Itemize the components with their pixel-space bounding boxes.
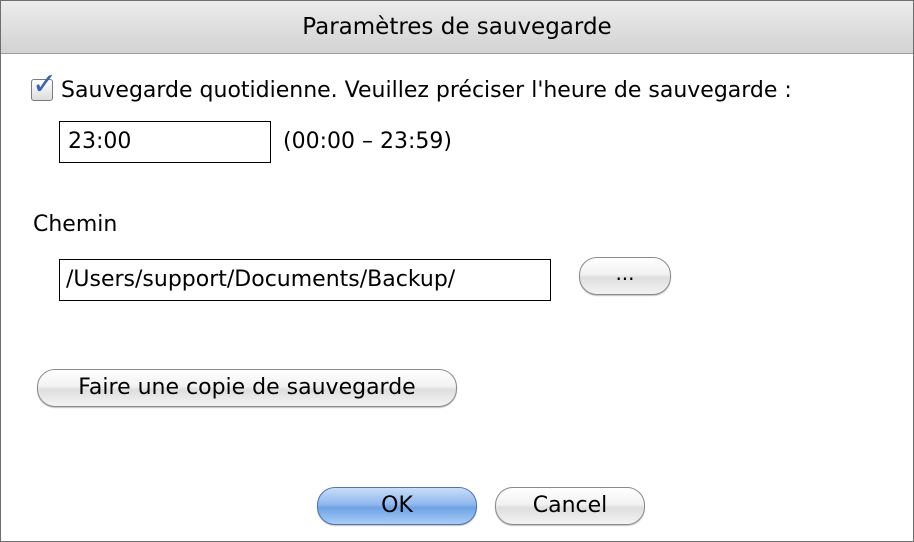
backup-path-input[interactable]: /Users/support/Documents/Backup/ (59, 259, 551, 301)
time-range-hint: (00:00 – 23:59) (283, 129, 452, 154)
backup-settings-dialog: Paramètres de sauvegarde ✓ Sauvegarde qu… (0, 0, 914, 542)
cancel-button[interactable]: Cancel (495, 487, 645, 525)
dialog-title: Paramètres de sauvegarde (1, 1, 913, 54)
browse-button[interactable]: ... (579, 257, 671, 295)
ok-button[interactable]: OK (317, 487, 477, 525)
backup-time-input[interactable]: 23:00 (59, 121, 271, 163)
path-label: Chemin (33, 212, 118, 237)
backup-now-button[interactable]: Faire une copie de sauvegarde (37, 369, 457, 407)
daily-backup-label[interactable]: Sauvegarde quotidienne. Veuillez précise… (61, 78, 792, 103)
checkmark-icon: ✓ (32, 67, 58, 102)
daily-backup-row: ✓ Sauvegarde quotidienne. Veuillez préci… (31, 70, 792, 105)
daily-backup-checkbox[interactable]: ✓ (31, 70, 57, 101)
